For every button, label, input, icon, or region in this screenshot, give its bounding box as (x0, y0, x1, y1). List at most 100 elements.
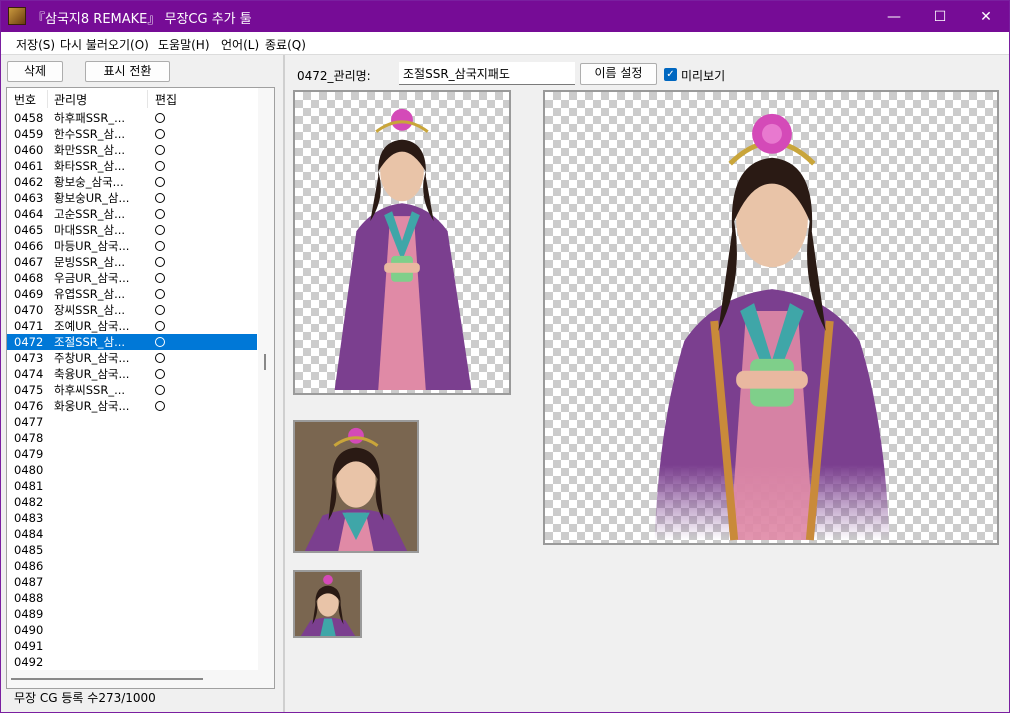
horizontal-scrollbar[interactable] (7, 670, 258, 688)
edit-circle-icon[interactable] (155, 289, 165, 299)
edit-circle-icon[interactable] (155, 129, 165, 139)
column-header-name[interactable]: 관리명 (54, 91, 87, 108)
vertical-scroll-thumb[interactable] (264, 354, 266, 370)
maximize-button[interactable]: ☐ (917, 1, 963, 32)
list-row[interactable]: 0484 (7, 526, 257, 542)
column-header-number[interactable]: 번호 (14, 91, 36, 108)
edit-circle-icon[interactable] (155, 193, 165, 203)
delete-button[interactable]: 삭제 (7, 61, 63, 82)
menu-exit[interactable]: 종료(Q) (265, 36, 306, 53)
edit-circle-icon[interactable] (155, 273, 165, 283)
list-row[interactable]: 0481 (7, 478, 257, 494)
list-row[interactable]: 0465 마대SSR_삼... (7, 222, 257, 238)
title-bar[interactable]: 『삼국지8 REMAKE』 무장CG 추가 툴 — ☐ ✕ (1, 1, 1009, 32)
list-row[interactable]: 0477 (7, 414, 257, 430)
minimize-button[interactable]: — (871, 1, 917, 32)
list-row[interactable]: 0492 (7, 654, 257, 670)
row-name: 문빙SSR_삼... (54, 255, 126, 269)
row-number: 0476 (14, 399, 44, 413)
list-row[interactable]: 0482 (7, 494, 257, 510)
list-row[interactable]: 0479 (7, 446, 257, 462)
list-row[interactable]: 0483 (7, 510, 257, 526)
list-row[interactable]: 0489 (7, 606, 257, 622)
list-row[interactable]: 0458 하후패SSR_... (7, 110, 257, 126)
edit-circle-icon[interactable] (155, 177, 165, 187)
row-name: 고순SSR_삼... (54, 207, 126, 221)
list-row[interactable]: 0488 (7, 590, 257, 606)
list-row[interactable]: 0469 유엽SSR_삼... (7, 286, 257, 302)
edit-circle-icon[interactable] (155, 305, 165, 315)
edit-circle-icon[interactable] (155, 257, 165, 267)
row-number: 0460 (14, 143, 44, 157)
cg-list[interactable]: 번호 관리명 편집 0458 하후패SSR_... 0459 한수SSR_삼... 04… (6, 87, 275, 689)
list-row[interactable]: 0468 우금UR_삼국... (7, 270, 257, 286)
list-row[interactable]: 0464 고순SSR_삼... (7, 206, 257, 222)
list-row[interactable]: 0473 주창UR_삼국... (7, 350, 257, 366)
edit-circle-icon[interactable] (155, 385, 165, 395)
list-row[interactable]: 0466 마등UR_삼국... (7, 238, 257, 254)
pane-splitter[interactable] (283, 55, 285, 712)
app-portrait-icon (8, 7, 26, 25)
list-row[interactable]: 0467 문빙SSR_삼... (7, 254, 257, 270)
list-row[interactable]: 0471 조예UR_삼국... (7, 318, 257, 334)
row-number: 0462 (14, 175, 44, 189)
row-name: 축융UR_삼국... (54, 367, 130, 381)
list-row[interactable]: 0474 축융UR_삼국... (7, 366, 257, 382)
registration-count-status: 무장 CG 등록 수273/1000 (14, 691, 156, 705)
edit-circle-icon[interactable] (155, 209, 165, 219)
list-row[interactable]: 0491 (7, 638, 257, 654)
list-row[interactable]: 0470 장씨SSR_삼... (7, 302, 257, 318)
edit-circle-icon[interactable] (155, 369, 165, 379)
row-number: 0489 (14, 607, 44, 621)
edit-circle-icon[interactable] (155, 113, 165, 123)
edit-circle-icon[interactable] (155, 161, 165, 171)
list-header: 번호 관리명 편집 (7, 88, 257, 110)
column-separator[interactable] (147, 90, 148, 108)
list-row[interactable]: 0472 조절SSR_삼... (7, 334, 257, 350)
list-row[interactable]: 0478 (7, 430, 257, 446)
menu-save[interactable]: 저장(S) (16, 36, 55, 53)
list-row[interactable]: 0461 화타SSR_삼... (7, 158, 257, 174)
toggle-view-button[interactable]: 표시 전환 (85, 61, 170, 82)
row-name: 한수SSR_삼... (54, 127, 126, 141)
preview-label[interactable]: 미리보기 (681, 67, 725, 84)
management-name-input[interactable] (399, 62, 575, 85)
edit-circle-icon[interactable] (155, 337, 165, 347)
close-button[interactable]: ✕ (963, 1, 1009, 32)
column-header-edit[interactable]: 편집 (155, 91, 177, 108)
menu-bar: 저장(S) 다시 불러오기(O) 도움말(H) 언어(L) 종료(Q) (1, 32, 1009, 55)
edit-circle-icon[interactable] (155, 225, 165, 235)
edit-circle-icon[interactable] (155, 321, 165, 331)
list-row[interactable]: 0490 (7, 622, 257, 638)
preview-checkbox[interactable]: ✓ (664, 68, 677, 81)
list-row[interactable]: 0480 (7, 462, 257, 478)
row-number: 0475 (14, 383, 44, 397)
row-number: 0461 (14, 159, 44, 173)
edit-circle-icon[interactable] (155, 145, 165, 155)
list-row[interactable]: 0476 화웅UR_삼국... (7, 398, 257, 414)
menu-help[interactable]: 도움말(H) (158, 36, 210, 53)
list-row[interactable]: 0459 한수SSR_삼... (7, 126, 257, 142)
menu-reload[interactable]: 다시 불러오기(O) (60, 36, 149, 53)
edit-circle-icon[interactable] (155, 401, 165, 411)
edit-circle-icon[interactable] (155, 353, 165, 363)
list-row[interactable]: 0485 (7, 542, 257, 558)
row-name: 화만SSR_삼... (54, 143, 126, 157)
list-row[interactable]: 0486 (7, 558, 257, 574)
menu-language[interactable]: 언어(L) (221, 36, 259, 53)
row-number: 0465 (14, 223, 44, 237)
row-name: 하후패SSR_... (54, 111, 126, 125)
set-name-button[interactable]: 이름 설정 (580, 63, 657, 85)
edit-circle-icon[interactable] (155, 241, 165, 251)
vertical-scrollbar[interactable] (258, 88, 274, 688)
cg-portrait-thumbnail (293, 420, 419, 553)
list-row[interactable]: 0487 (7, 574, 257, 590)
row-number: 0458 (14, 111, 44, 125)
row-name: 조절SSR_삼... (54, 335, 126, 349)
list-row[interactable]: 0460 화만SSR_삼... (7, 142, 257, 158)
list-row[interactable]: 0475 하후씨SSR_... (7, 382, 257, 398)
column-separator[interactable] (47, 90, 48, 108)
list-row[interactable]: 0462 황보숭_삼국... (7, 174, 257, 190)
list-row[interactable]: 0463 황보숭UR_삼... (7, 190, 257, 206)
horizontal-scroll-thumb[interactable] (11, 678, 203, 680)
